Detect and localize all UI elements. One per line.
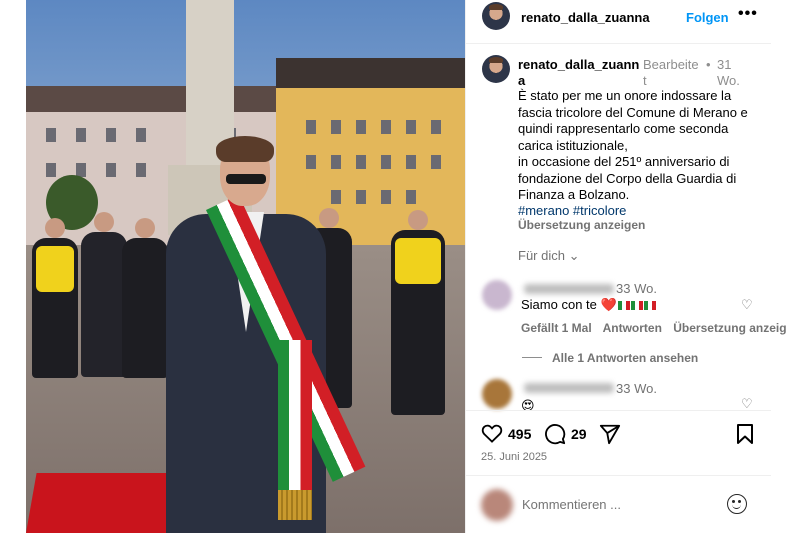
comment-age: 33 Wo.	[616, 381, 657, 396]
post-date[interactable]: 25. Juni 2025	[481, 451, 547, 463]
replies-divider	[522, 357, 542, 358]
paper-plane-icon[interactable]	[599, 423, 621, 449]
comment-text: Siamo con te ❤️	[521, 297, 656, 313]
caption-line: in occasione del 251º anniversario di fo…	[518, 154, 737, 202]
emoji-picker-icon[interactable]	[727, 494, 747, 514]
photo-guard-yellow	[391, 210, 445, 415]
heart-emoji-icon: ❤️	[600, 297, 617, 312]
post-header: renato_dalla_zuanna Folgen •••	[466, 0, 771, 44]
comment-body: Siamo con te	[521, 297, 597, 312]
current-user-avatar	[481, 489, 513, 521]
comment-username-blurred	[524, 383, 614, 393]
caption-hashtags[interactable]: #merano #tricolore	[518, 203, 626, 218]
caption-age[interactable]: 31 Wo.	[717, 57, 747, 89]
caption-username[interactable]: renato_dalla_zuann a	[518, 57, 640, 89]
caption-edited-label: Bearbeite t	[643, 57, 699, 88]
avatar[interactable]	[482, 2, 510, 30]
photo-guard	[122, 218, 168, 378]
comment-count[interactable]: 29	[571, 426, 587, 442]
comment-body: 😍	[521, 398, 535, 413]
caption-line: È stato per me un onore indossare la fas…	[518, 88, 748, 153]
comment-input[interactable]	[522, 497, 722, 512]
header-username[interactable]: renato_dalla_zuanna	[521, 10, 650, 25]
divider	[466, 410, 771, 411]
caption-separator: •	[706, 57, 711, 72]
caption-text: È stato per me un onore indossare la fas…	[518, 88, 758, 204]
comment-username-blurred	[524, 284, 614, 294]
italy-flag-icon	[617, 301, 630, 311]
comment-icon[interactable]	[544, 423, 566, 449]
post-side-panel: renato_dalla_zuanna Folgen ••• renato_da…	[465, 0, 787, 533]
for-you-dropdown[interactable]: Für dich ⌄	[518, 248, 579, 264]
italy-flag-icon	[643, 301, 656, 311]
comment-meta: Gefällt 1 Mal Antworten Übersetzung anze…	[521, 321, 795, 335]
comment-like-heart-icon[interactable]: ♡	[741, 297, 753, 313]
caption-avatar[interactable]	[482, 55, 510, 83]
like-count[interactable]: 495	[508, 426, 531, 442]
see-translation-link[interactable]: Übersetzung anzeigen	[518, 218, 645, 232]
more-options-icon[interactable]: •••	[738, 5, 758, 23]
follow-button[interactable]: Folgen	[686, 10, 729, 25]
divider	[466, 475, 771, 476]
photo-man-with-sash	[166, 136, 366, 533]
photo-guard	[81, 212, 127, 377]
post-photo[interactable]	[26, 0, 465, 533]
comment-avatar[interactable]	[482, 280, 512, 310]
comment-avatar[interactable]	[482, 379, 512, 409]
photo-guard	[32, 218, 78, 378]
comment-age: 33 Wo.	[616, 281, 657, 296]
heart-icon[interactable]	[481, 423, 503, 447]
comment-translate-link[interactable]: Übersetzung anzeig	[673, 321, 786, 335]
comment-likes[interactable]: Gefällt 1 Mal	[521, 321, 592, 335]
bookmark-icon[interactable]	[736, 423, 754, 449]
view-replies-link[interactable]: Alle 1 Antworten ansehen	[552, 351, 698, 365]
italy-flag-icon	[630, 301, 643, 311]
comment-reply-button[interactable]: Antworten	[603, 321, 662, 335]
photo-red-carpet	[26, 473, 187, 533]
